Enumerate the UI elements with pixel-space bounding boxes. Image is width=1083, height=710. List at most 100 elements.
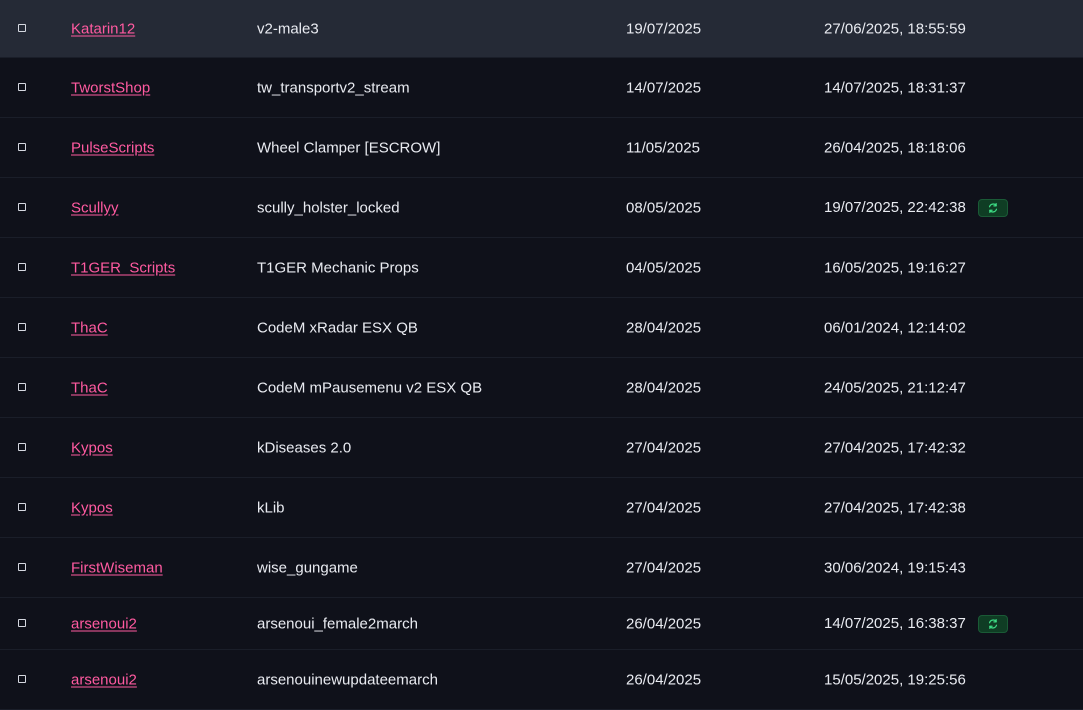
row-checkbox[interactable] bbox=[18, 502, 26, 511]
purchase-date: 28/04/2025 bbox=[626, 379, 702, 396]
row-checkbox-cell bbox=[18, 502, 28, 513]
seller-link[interactable]: Kypos bbox=[71, 439, 113, 456]
purchase-date: 26/04/2025 bbox=[626, 671, 702, 688]
seller-cell: arsenoui2 bbox=[71, 671, 137, 688]
seller-link[interactable]: T1GER_Scripts bbox=[71, 259, 175, 276]
product-name: arsenoui_female2march bbox=[257, 615, 418, 632]
updated-cell: 14/07/2025, 18:31:37 bbox=[824, 79, 966, 96]
product-name: wise_gungame bbox=[257, 559, 358, 576]
row-checkbox-cell bbox=[18, 382, 28, 393]
purchase-date: 26/04/2025 bbox=[626, 615, 702, 632]
row-checkbox-cell bbox=[18, 562, 28, 573]
updated-cell: 24/05/2025, 21:12:47 bbox=[824, 379, 966, 396]
seller-cell: Katarin12 bbox=[71, 20, 135, 37]
row-checkbox[interactable] bbox=[18, 618, 26, 627]
seller-cell: FirstWiseman bbox=[71, 559, 163, 576]
row-checkbox-cell bbox=[18, 202, 28, 213]
table-row[interactable]: FirstWiseman wise_gungame 27/04/2025 30/06/… bbox=[0, 538, 1083, 598]
purchase-date: 19/07/2025 bbox=[626, 20, 702, 37]
seller-link[interactable]: TworstShop bbox=[71, 79, 150, 96]
update-available-badge[interactable] bbox=[977, 614, 1008, 633]
purchase-date: 11/05/2025 bbox=[626, 139, 700, 156]
updated-timestamp: 15/05/2025, 19:25:56 bbox=[824, 671, 966, 688]
updated-timestamp: 30/06/2024, 19:15:43 bbox=[824, 559, 966, 576]
product-name: T1GER Mechanic Props bbox=[257, 259, 419, 276]
table-row[interactable]: TworstShop tw_transportv2_stream 14/07/202… bbox=[0, 58, 1083, 118]
updated-timestamp: 19/07/2025, 22:42:38 bbox=[824, 199, 966, 216]
purchase-date: 27/04/2025 bbox=[626, 499, 702, 516]
seller-cell: PulseScripts bbox=[71, 139, 154, 156]
table-row[interactable]: arsenoui2 arsenouinewupdateemarch 26/04/20… bbox=[0, 650, 1083, 710]
updated-timestamp: 27/04/2025, 17:42:32 bbox=[824, 439, 966, 456]
row-checkbox[interactable] bbox=[18, 202, 26, 211]
row-checkbox[interactable] bbox=[18, 562, 26, 571]
table-row[interactable]: Katarin12 v2-male3 19/07/2025 27/06/2025, 1… bbox=[0, 0, 1083, 58]
updated-cell: 16/05/2025, 19:16:27 bbox=[824, 259, 966, 276]
row-checkbox-cell bbox=[18, 262, 28, 273]
product-name: arsenouinewupdateemarch bbox=[257, 671, 438, 688]
row-checkbox-cell bbox=[18, 674, 28, 685]
updated-timestamp: 27/04/2025, 17:42:38 bbox=[824, 499, 966, 516]
row-checkbox-cell bbox=[18, 142, 28, 153]
updated-cell: 15/05/2025, 19:25:56 bbox=[824, 671, 966, 688]
product-name: Wheel Clamper [ESCROW] bbox=[257, 139, 441, 156]
seller-link[interactable]: Scullyy bbox=[71, 199, 119, 216]
row-checkbox-cell bbox=[18, 23, 28, 34]
refresh-icon bbox=[988, 618, 997, 629]
table-row[interactable]: arsenoui2 arsenoui_female2march 26/04/2025… bbox=[0, 598, 1083, 650]
seller-link[interactable]: arsenoui2 bbox=[71, 615, 137, 632]
row-checkbox-cell bbox=[18, 442, 28, 453]
updated-cell: 27/06/2025, 18:55:59 bbox=[824, 20, 966, 37]
row-checkbox-cell bbox=[18, 322, 28, 333]
updated-timestamp: 06/01/2024, 12:14:02 bbox=[824, 319, 966, 336]
row-checkbox[interactable] bbox=[18, 674, 26, 683]
seller-cell: TworstShop bbox=[71, 79, 150, 96]
purchase-date: 27/04/2025 bbox=[626, 559, 702, 576]
row-checkbox[interactable] bbox=[18, 23, 26, 32]
updated-timestamp: 16/05/2025, 19:16:27 bbox=[824, 259, 966, 276]
table-row[interactable]: T1GER_Scripts T1GER Mechanic Props 04/05/2… bbox=[0, 238, 1083, 298]
updated-cell: 30/06/2024, 19:15:43 bbox=[824, 559, 966, 576]
purchase-date: 14/07/2025 bbox=[626, 79, 702, 96]
table-row[interactable]: ThaC CodeM mPausemenu v2 ESX QB 28/04/2025… bbox=[0, 358, 1083, 418]
seller-link[interactable]: ThaC bbox=[71, 379, 108, 396]
seller-cell: Scullyy bbox=[71, 199, 119, 216]
seller-cell: ThaC bbox=[71, 379, 108, 396]
seller-link[interactable]: arsenoui2 bbox=[71, 671, 137, 688]
seller-cell: ThaC bbox=[71, 319, 108, 336]
seller-link[interactable]: Kypos bbox=[71, 499, 113, 516]
seller-link[interactable]: ThaC bbox=[71, 319, 108, 336]
seller-link[interactable]: Katarin12 bbox=[71, 20, 135, 37]
seller-link[interactable]: PulseScripts bbox=[71, 139, 154, 156]
updated-timestamp: 26/04/2025, 18:18:06 bbox=[824, 139, 966, 156]
updated-timestamp: 27/06/2025, 18:55:59 bbox=[824, 20, 966, 37]
row-checkbox[interactable] bbox=[18, 142, 26, 151]
updated-cell: 14/07/2025, 16:38:37 bbox=[824, 614, 1008, 633]
product-name: kLib bbox=[257, 499, 285, 516]
purchase-date: 08/05/2025 bbox=[626, 199, 702, 216]
table-row[interactable]: Kypos kDiseases 2.0 27/04/2025 27/04/2025, … bbox=[0, 418, 1083, 478]
product-name: kDiseases 2.0 bbox=[257, 439, 352, 456]
table-row[interactable]: Scullyy scully_holster_locked 08/05/2025 19… bbox=[0, 178, 1083, 238]
updated-cell: 26/04/2025, 18:18:06 bbox=[824, 139, 966, 156]
table-row[interactable]: PulseScripts Wheel Clamper [ESCROW] 11/05/… bbox=[0, 118, 1083, 178]
update-available-badge[interactable] bbox=[977, 198, 1008, 217]
row-checkbox[interactable] bbox=[18, 262, 26, 271]
product-name: tw_transportv2_stream bbox=[257, 79, 410, 96]
row-checkbox[interactable] bbox=[18, 442, 26, 451]
row-checkbox[interactable] bbox=[18, 82, 26, 91]
seller-cell: T1GER_Scripts bbox=[71, 259, 175, 276]
row-checkbox[interactable] bbox=[18, 382, 26, 391]
seller-link[interactable]: FirstWiseman bbox=[71, 559, 163, 576]
purchases-table: Katarin12 v2-male3 19/07/2025 27/06/2025, 1… bbox=[0, 0, 1083, 710]
table-row[interactable]: Kypos kLib 27/04/2025 27/04/2025, 17:42:38 bbox=[0, 478, 1083, 538]
row-checkbox-cell bbox=[18, 82, 28, 93]
purchase-date: 04/05/2025 bbox=[626, 259, 702, 276]
row-checkbox-cell bbox=[18, 618, 28, 629]
table-row[interactable]: ThaC CodeM xRadar ESX QB 28/04/2025 06/01/2… bbox=[0, 298, 1083, 358]
product-name: v2-male3 bbox=[257, 20, 319, 37]
purchase-date: 27/04/2025 bbox=[626, 439, 702, 456]
row-checkbox[interactable] bbox=[18, 322, 26, 331]
updated-timestamp: 14/07/2025, 18:31:37 bbox=[824, 79, 966, 96]
updated-timestamp: 24/05/2025, 21:12:47 bbox=[824, 379, 966, 396]
